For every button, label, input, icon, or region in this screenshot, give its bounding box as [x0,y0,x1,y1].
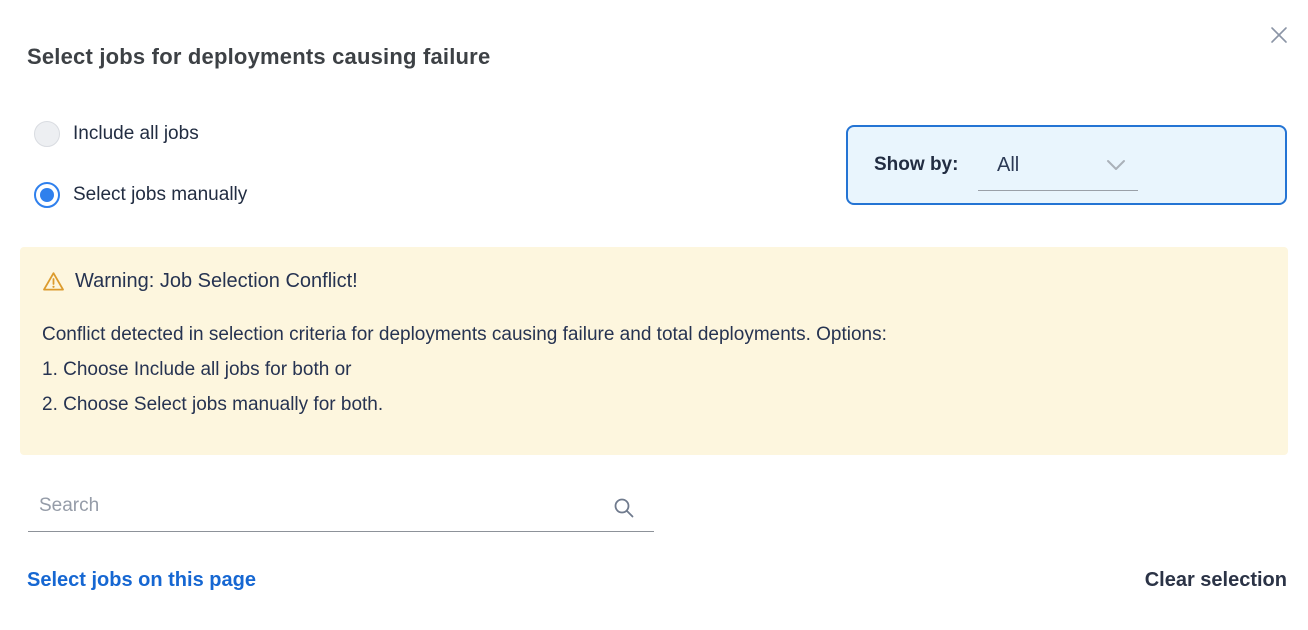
radio-selected-icon[interactable] [34,182,60,208]
show-by-label: Show by: [874,154,958,176]
search-field [28,486,654,532]
select-jobs-on-page-link[interactable]: Select jobs on this page [27,569,256,592]
chevron-down-icon [1106,159,1126,171]
warning-title: Warning: Job Selection Conflict! [75,269,358,293]
close-button[interactable] [1262,18,1296,52]
warning-icon [42,271,65,292]
show-by-panel: Show by: All [846,125,1287,205]
show-by-selected-value: All [997,154,1019,177]
search-button[interactable] [611,495,637,521]
show-by-select[interactable]: All [978,140,1138,191]
clear-selection-button[interactable]: Clear selection [1145,569,1287,592]
search-icon [612,496,636,520]
radio-option-select-jobs-manually[interactable]: Select jobs manually [34,182,247,208]
close-icon [1269,25,1289,45]
warning-option-2: 2. Choose Select jobs manually for both. [42,387,1264,422]
warning-body-text: Conflict detected in selection criteria … [42,317,1264,352]
warning-header: Warning: Job Selection Conflict! [42,269,1264,293]
warning-banner: Warning: Job Selection Conflict! Conflic… [20,247,1288,455]
radio-dot [40,188,54,202]
radio-option-include-all-jobs[interactable]: Include all jobs [34,121,199,147]
modal-title: Select jobs for deployments causing fail… [27,44,490,70]
warning-option-1: 1. Choose Include all jobs for both or [42,352,1264,387]
search-input[interactable] [28,486,654,531]
radio-label-select-jobs-manually: Select jobs manually [73,184,247,206]
radio-label-include-all-jobs: Include all jobs [73,123,199,145]
radio-unselected-icon[interactable] [34,121,60,147]
